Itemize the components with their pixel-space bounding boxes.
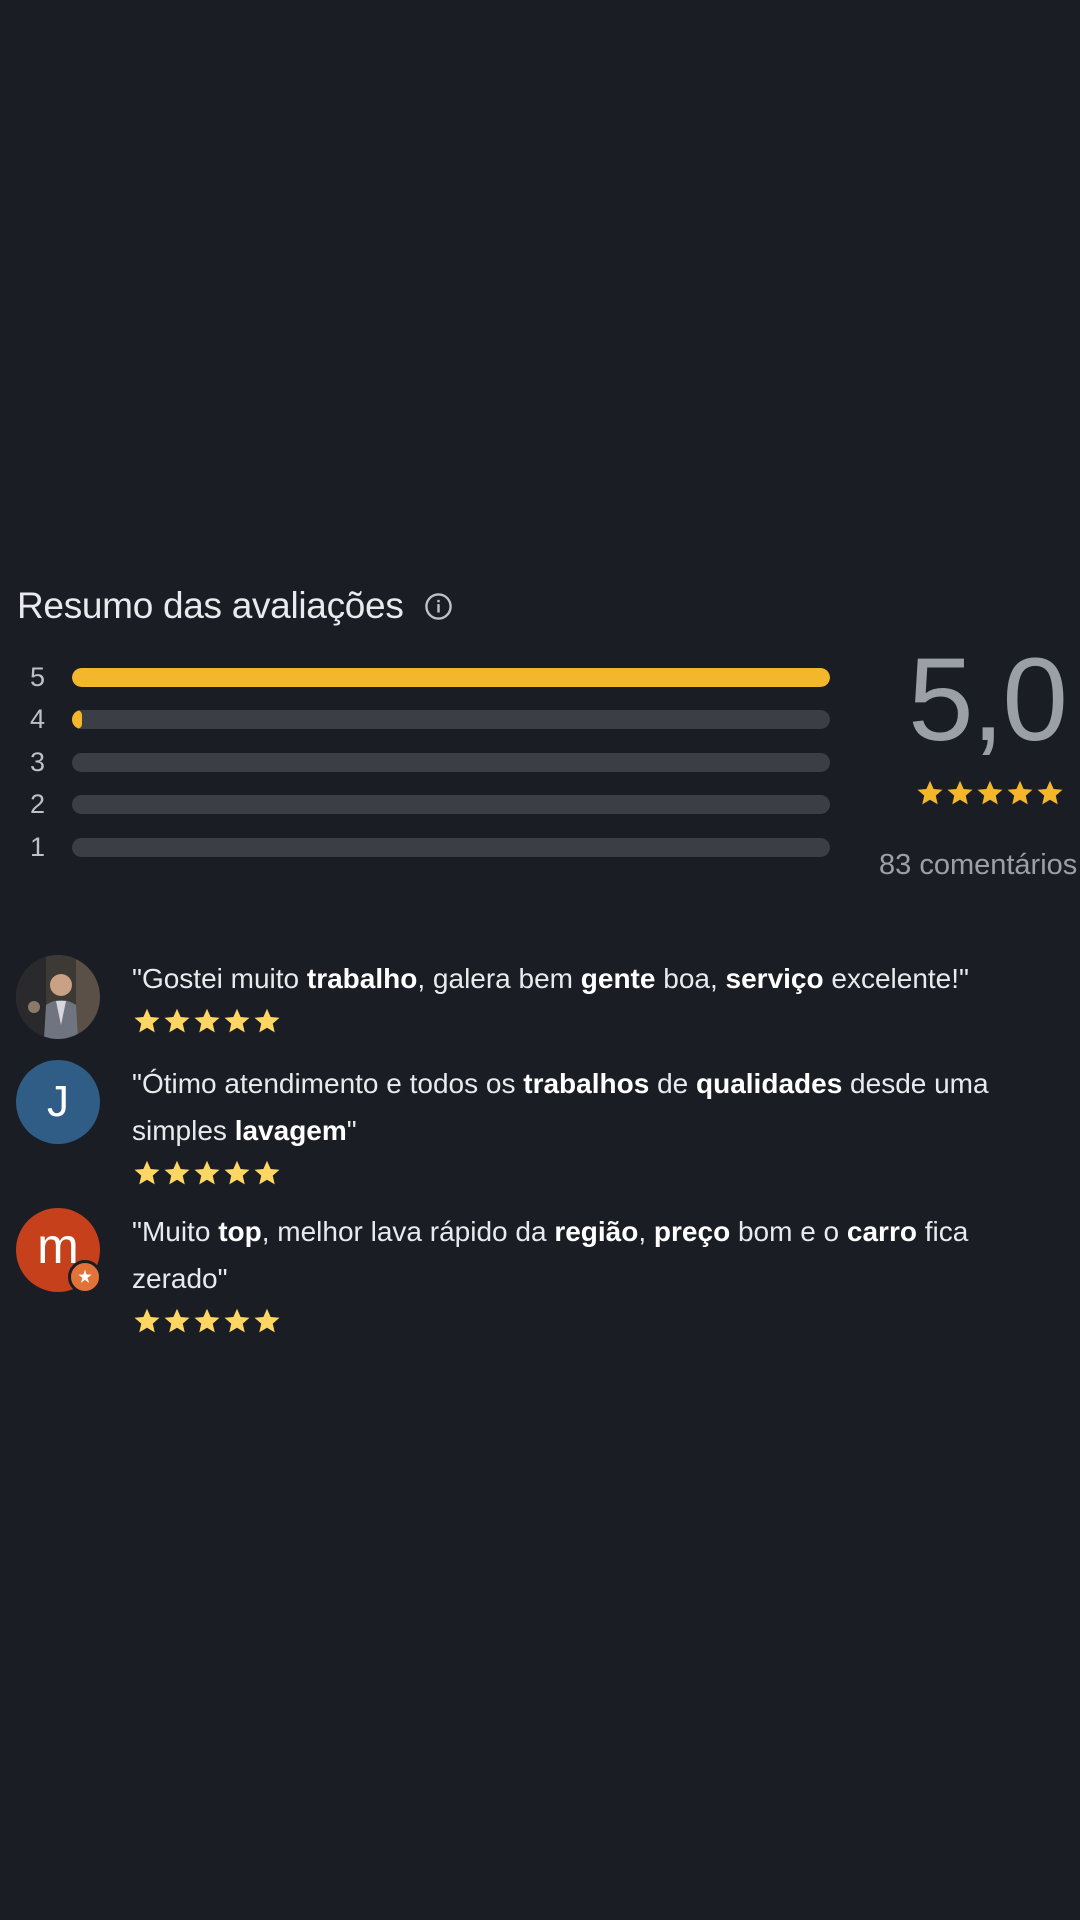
review-snippet[interactable]: "Gostei muito trabalho, galera bem gente… <box>16 955 1042 1039</box>
star-icon <box>252 1006 282 1036</box>
local-guide-badge-icon <box>68 1260 102 1294</box>
score-value: 5,0 <box>907 634 1068 766</box>
star-icon <box>915 778 945 808</box>
review-text-segment: , galera bem <box>417 963 581 994</box>
review-body: "Ótimo atendimento e todos os trabalhos … <box>132 1060 1042 1188</box>
star-icon <box>1035 778 1065 808</box>
star-icon <box>192 1006 222 1036</box>
review-body: "Muito top, melhor lava rápido da região… <box>132 1208 1042 1336</box>
review-keyword: gente <box>580 963 656 994</box>
rating-bar-row[interactable]: 3 <box>30 741 830 784</box>
review-stars <box>132 1158 1042 1188</box>
review-text-segment: boa, <box>655 963 726 994</box>
star-icon <box>252 1158 282 1188</box>
avatar-initial: J <box>47 1077 69 1126</box>
review-text-segment: " <box>346 1115 357 1146</box>
review-text-segment: , <box>638 1216 654 1247</box>
star-icon <box>162 1006 192 1036</box>
overall-score: 5,0 83 comentários <box>870 634 1080 881</box>
rating-bar-track <box>72 837 830 857</box>
review-snippet[interactable]: m "Muito top, melhor lava rápido da regiã… <box>16 1208 1042 1336</box>
review-keyword: qualidades <box>696 1068 843 1099</box>
review-stars <box>132 1006 1042 1036</box>
star-icon <box>132 1158 162 1188</box>
rating-bar-row[interactable]: 4 <box>30 699 830 742</box>
review-count-link[interactable]: 83 comentários <box>879 849 1077 882</box>
rating-bar-fill <box>72 667 830 687</box>
rating-bar-label: 4 <box>30 704 46 735</box>
review-keyword: região <box>554 1216 639 1247</box>
summary-title: Resumo das avaliações <box>17 585 404 626</box>
star-icon <box>192 1306 222 1336</box>
review-text-segment: , melhor lava rápido da <box>261 1216 555 1247</box>
review-text: "Muito top, melhor lava rápido da região… <box>132 1208 1042 1302</box>
rating-bar-label: 5 <box>30 661 46 692</box>
review-text-segment: "Gostei muito <box>132 963 307 994</box>
star-icon <box>222 1306 252 1336</box>
star-icon <box>162 1306 192 1336</box>
rating-bar-track <box>72 795 830 815</box>
review-keyword: serviço <box>725 963 824 994</box>
star-icon <box>222 1158 252 1188</box>
rating-bar-label: 3 <box>30 746 46 777</box>
star-icon <box>222 1006 252 1036</box>
review-keyword: lavagem <box>234 1115 347 1146</box>
avatar[interactable]: J <box>16 1060 100 1144</box>
rating-bar-row[interactable]: 5 <box>30 656 830 699</box>
rating-bar-row[interactable]: 1 <box>30 826 830 869</box>
star-icon <box>252 1306 282 1336</box>
rating-bar-label: 2 <box>30 789 46 820</box>
rating-bar-fill <box>72 710 82 730</box>
reviews-summary-header: Resumo das avaliações <box>17 582 453 630</box>
star-icon <box>192 1158 222 1188</box>
review-text: "Ótimo atendimento e todos os trabalhos … <box>132 1060 1042 1154</box>
info-icon[interactable] <box>424 592 453 621</box>
review-body: "Gostei muito trabalho, galera bem gente… <box>132 955 1042 1039</box>
star-icon <box>132 1006 162 1036</box>
review-stars <box>132 1306 1042 1336</box>
review-text: "Gostei muito trabalho, galera bem gente… <box>132 955 1042 1002</box>
rating-distribution: 5 4 3 2 1 <box>30 656 830 869</box>
star-icon <box>1005 778 1035 808</box>
review-text-segment: excelente!" <box>823 963 969 994</box>
avatar[interactable] <box>16 955 100 1039</box>
rating-bar-track <box>72 667 830 687</box>
score-stars <box>900 778 1080 808</box>
rating-bar-row[interactable]: 2 <box>30 784 830 827</box>
review-snippet[interactable]: J "Ótimo atendimento e todos os trabalhos… <box>16 1060 1042 1188</box>
review-keyword: trabalho <box>306 963 418 994</box>
star-icon <box>975 778 1005 808</box>
review-text-segment: bom e o <box>730 1216 847 1247</box>
review-keyword: top <box>218 1216 262 1247</box>
avatar[interactable]: m <box>16 1208 102 1294</box>
star-icon <box>945 778 975 808</box>
rating-bar-label: 1 <box>30 831 46 862</box>
star-icon <box>132 1306 162 1336</box>
review-text-segment: "Ótimo atendimento e todos os <box>132 1068 524 1099</box>
review-text-segment: "Muito <box>132 1216 219 1247</box>
rating-bar-track <box>72 752 830 772</box>
review-text-segment: de <box>649 1068 696 1099</box>
review-keyword: preço <box>653 1216 731 1247</box>
star-icon <box>162 1158 192 1188</box>
review-keyword: carro <box>846 1216 917 1247</box>
rating-bar-track <box>72 710 830 730</box>
review-keyword: trabalhos <box>523 1068 650 1099</box>
